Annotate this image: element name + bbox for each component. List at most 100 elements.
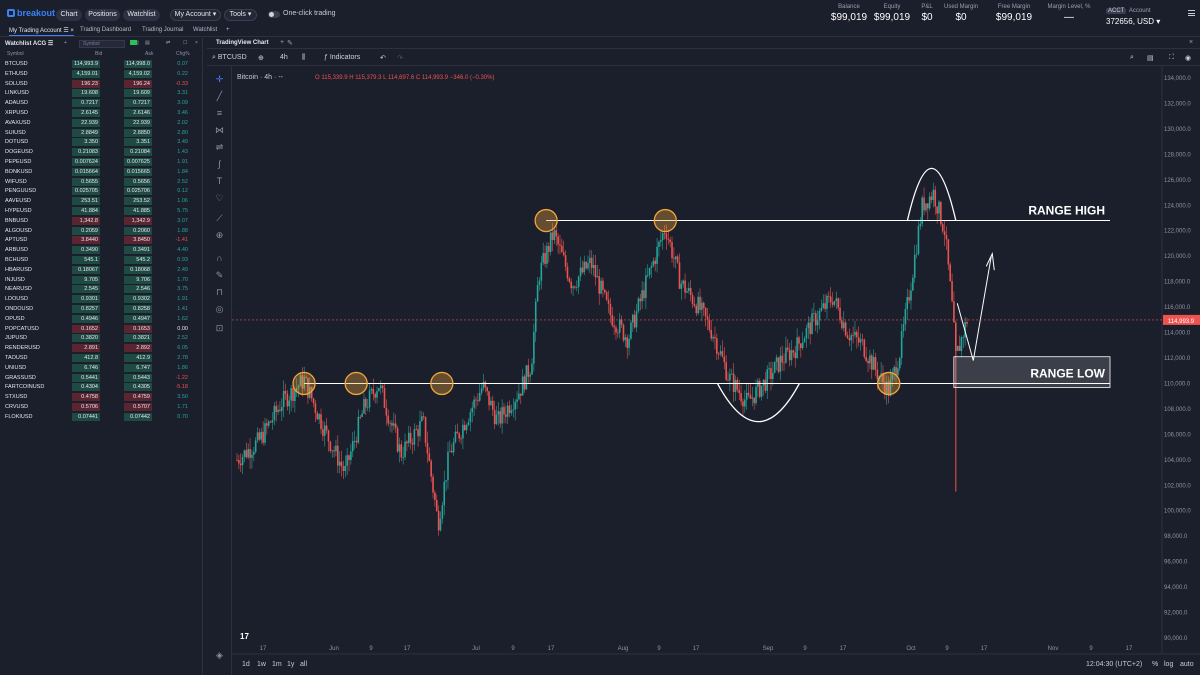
- panel-close-icon[interactable]: ×: [1189, 39, 1193, 46]
- watchlist-row[interactable]: LINKUSD 19.608 19.609 3.31: [0, 88, 203, 98]
- watchlist-row[interactable]: XRPUSD 2.6145 2.6146 3.46: [0, 108, 203, 118]
- row-change[interactable]: 1.71: [170, 404, 188, 410]
- watchlist-row[interactable]: UNIUSD 6.746 6.747 1.86: [0, 363, 203, 373]
- indicators-button[interactable]: ƒ Indicators: [324, 54, 360, 61]
- row-bid[interactable]: 41.884: [72, 206, 100, 215]
- col-symbol[interactable]: Symbol: [7, 51, 24, 57]
- row-bid[interactable]: 0.4304: [72, 383, 100, 392]
- row-bid[interactable]: 114,993.9: [72, 60, 100, 68]
- row-ask[interactable]: 0.7217: [124, 99, 152, 108]
- row-change[interactable]: 1.06: [170, 198, 188, 204]
- row-ask[interactable]: 3.8450: [124, 236, 152, 245]
- row-bid[interactable]: 4,159.01: [72, 69, 100, 78]
- brand-logo[interactable]: breakout: [7, 8, 55, 18]
- row-ask[interactable]: 19.609: [124, 89, 152, 98]
- row-bid[interactable]: 2.891: [72, 344, 100, 353]
- row-bid[interactable]: 0.5441: [72, 373, 100, 382]
- layers-icon[interactable]: ◈: [214, 650, 225, 661]
- close-icon[interactable]: ×: [195, 40, 198, 46]
- compare-icon[interactable]: ⊕: [258, 54, 264, 62]
- fullscreen-icon[interactable]: ⛶: [1169, 54, 1174, 62]
- trendline-icon[interactable]: ╱: [214, 91, 225, 102]
- watchlist-row[interactable]: ALGOUSD 0.2059 0.2060 1.88: [0, 226, 203, 236]
- row-bid[interactable]: 0.18067: [72, 265, 100, 274]
- row-change[interactable]: 0.07: [170, 61, 188, 67]
- row-bid[interactable]: 412.8: [72, 353, 100, 362]
- range-button-1y[interactable]: 1y: [287, 661, 295, 668]
- watchlist-row[interactable]: FLOKIUSD 0.07441 0.07442 0.70: [0, 412, 203, 422]
- row-ask[interactable]: 2.892: [124, 344, 152, 353]
- row-change[interactable]: 2.78: [170, 355, 188, 361]
- row-ask[interactable]: 0.8258: [124, 304, 152, 313]
- row-ask[interactable]: 0.21084: [124, 148, 152, 157]
- row-bid[interactable]: 3.350: [72, 138, 100, 147]
- range-button-1w[interactable]: 1w: [257, 661, 267, 668]
- search-icon[interactable]: ⌕: [1130, 54, 1134, 62]
- row-change[interactable]: 3.09: [170, 100, 188, 106]
- watchlist-row[interactable]: DOGEUSD 0.21083 0.21084 1.43: [0, 147, 203, 157]
- watchlist-row[interactable]: PEPEUSD 0.007624 0.007625 1.91: [0, 157, 203, 167]
- zoom-icon[interactable]: ⊕: [214, 230, 225, 241]
- row-bid[interactable]: 0.7217: [72, 99, 100, 108]
- row-ask[interactable]: 0.015665: [124, 167, 152, 176]
- watchlist-row[interactable]: NEARUSD 2.545 2.546 3.75: [0, 284, 203, 294]
- row-ask[interactable]: 0.5656: [124, 177, 152, 186]
- watchlist-row[interactable]: BONKUSD 0.015664 0.015665 1.84: [0, 167, 203, 177]
- row-change[interactable]: 3.75: [170, 286, 188, 292]
- scale-option-%[interactable]: %: [1152, 661, 1158, 668]
- tab-trading-journal[interactable]: Trading Journal: [142, 27, 183, 33]
- row-change[interactable]: 1.84: [170, 169, 188, 175]
- col-ask[interactable]: Ask: [145, 51, 153, 57]
- row-ask[interactable]: 0.4947: [124, 314, 152, 323]
- scale-option-log[interactable]: log: [1164, 661, 1173, 668]
- row-ask[interactable]: 2.6146: [124, 108, 152, 117]
- row-ask[interactable]: 41.885: [124, 206, 152, 215]
- undo-icon[interactable]: ↶: [380, 54, 386, 62]
- add-chart-icon[interactable]: +: [280, 39, 284, 46]
- magnet-icon[interactable]: ∩: [214, 253, 225, 264]
- row-bid[interactable]: 9.705: [72, 275, 100, 284]
- watchlist-row[interactable]: HBARUSD 0.18067 0.18068 2.49: [0, 265, 203, 275]
- text-icon[interactable]: T: [214, 176, 225, 187]
- trash-icon[interactable]: ⊡: [214, 323, 225, 334]
- symbol-search-input[interactable]: Symbol: [79, 40, 125, 48]
- watchlist-row[interactable]: GRASSUSD 0.5441 0.5443 -1.22: [0, 373, 203, 383]
- tools-menu[interactable]: Tools ▾: [224, 9, 257, 21]
- row-bid[interactable]: 0.3820: [72, 334, 100, 343]
- row-ask[interactable]: 196.24: [124, 79, 152, 88]
- range-button-1d[interactable]: 1d: [242, 661, 250, 668]
- row-change[interactable]: -0.33: [170, 81, 188, 87]
- row-bid[interactable]: 0.5706: [72, 402, 100, 411]
- row-change[interactable]: -1.41: [170, 237, 188, 243]
- row-change[interactable]: 1.62: [170, 316, 188, 322]
- expand-icon[interactable]: ⇄: [166, 40, 170, 46]
- row-bid[interactable]: 2.545: [72, 285, 100, 294]
- row-bid[interactable]: 0.8257: [72, 304, 100, 313]
- brush-icon[interactable]: ∫: [214, 159, 225, 170]
- add-tab-icon[interactable]: +: [226, 27, 230, 33]
- tab-trading-dashboard[interactable]: Trading Dashboard: [80, 27, 131, 33]
- watchlist-row[interactable]: INJUSD 9.705 9.706 1.70: [0, 275, 203, 285]
- row-change[interactable]: 1.70: [170, 277, 188, 283]
- fib-icon[interactable]: ≡: [214, 108, 225, 119]
- row-change[interactable]: 3.31: [170, 90, 188, 96]
- row-change[interactable]: 2.49: [170, 267, 188, 273]
- watchlist-row[interactable]: BCHUSD 545.1 545.2 0.93: [0, 255, 203, 265]
- layout-icon[interactable]: ▤: [1147, 54, 1154, 62]
- row-ask[interactable]: 0.3491: [124, 246, 152, 255]
- price-chart[interactable]: 90,000.0 92,000.0 94,000.0 96,000.0 98,000.0…: [232, 66, 1200, 675]
- row-bid[interactable]: 2.8849: [72, 128, 100, 137]
- row-bid[interactable]: 0.2059: [72, 226, 100, 235]
- row-ask[interactable]: 253.52: [124, 197, 152, 206]
- lock-icon[interactable]: ⊓: [214, 287, 225, 298]
- row-ask[interactable]: 0.2060: [124, 226, 152, 235]
- row-bid[interactable]: 2.6145: [72, 108, 100, 117]
- row-change[interactable]: 4.40: [170, 247, 188, 253]
- row-bid[interactable]: 0.015664: [72, 167, 100, 176]
- nav-chart-button[interactable]: Chart: [56, 9, 82, 21]
- watchlist-row[interactable]: BNBUSD 1,342.8 1,342.9 3.07: [0, 216, 203, 226]
- watchlist-row[interactable]: AVAXUSD 22.939 22.939 2.02: [0, 118, 203, 128]
- row-change[interactable]: 2.80: [170, 130, 188, 136]
- row-change[interactable]: 3.46: [170, 110, 188, 116]
- row-change[interactable]: 2.52: [170, 335, 188, 341]
